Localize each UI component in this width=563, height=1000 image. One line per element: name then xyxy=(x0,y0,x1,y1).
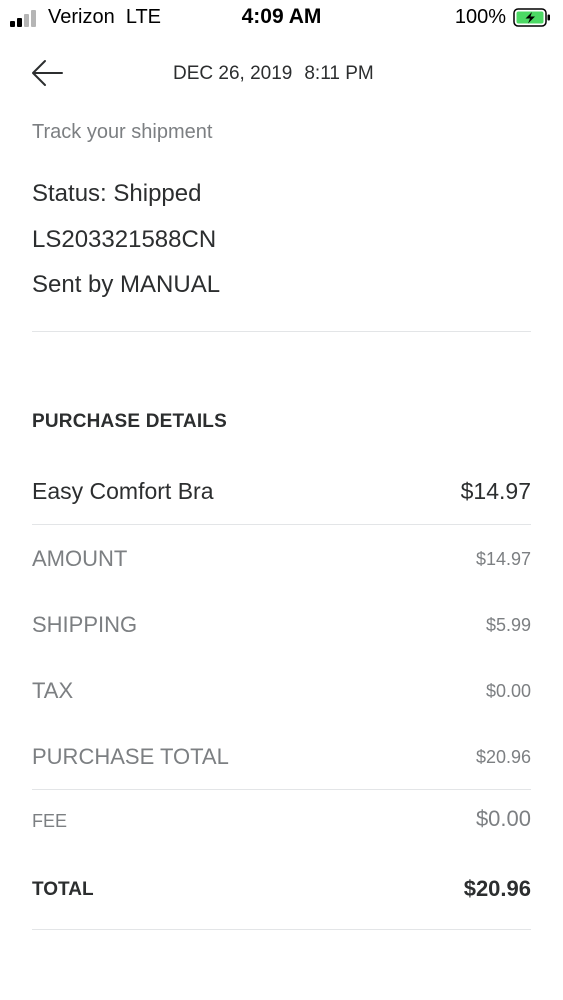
divider xyxy=(32,789,531,790)
fee-label: FEE xyxy=(32,811,68,831)
divider xyxy=(32,331,531,332)
status-bar: Verizon LTE 4:09 AM 100% xyxy=(0,0,563,36)
total-label: TOTAL xyxy=(32,879,94,900)
divider xyxy=(32,929,531,930)
purchase-details-heading: PURCHASE DETAILS xyxy=(32,411,227,432)
shipment-status: Status: Shipped xyxy=(32,180,202,207)
battery-percent: 100% xyxy=(454,6,506,28)
track-shipment-link[interactable]: Track your shipment xyxy=(32,121,212,144)
sent-by: Sent by MANUAL xyxy=(32,271,221,298)
arrow-left-icon xyxy=(32,60,63,86)
total-value: $20.96 xyxy=(463,876,531,901)
divider xyxy=(32,524,531,525)
tax-label: TAX xyxy=(32,678,74,703)
item-name: Easy Comfort Bra xyxy=(32,478,214,504)
header: DEC 26, 2019 8:11 PM xyxy=(0,52,563,96)
fee-value: $0.00 xyxy=(475,806,531,831)
shipping-value: $5.99 xyxy=(485,615,531,635)
transaction-time: 8:11 PM xyxy=(304,63,374,84)
amount-value: $14.97 xyxy=(475,549,531,569)
amount-label: AMOUNT xyxy=(32,546,128,571)
item-price: $14.97 xyxy=(460,478,531,504)
transaction-date: DEC 26, 2019 xyxy=(173,63,293,84)
back-button[interactable] xyxy=(28,56,70,90)
purchase-total-label: PURCHASE TOTAL xyxy=(32,744,229,769)
tax-value: $0.00 xyxy=(485,681,531,701)
purchase-total-value: $20.96 xyxy=(475,747,531,767)
shipping-label: SHIPPING xyxy=(32,612,138,637)
transaction-datetime: DEC 26, 2019 8:11 PM xyxy=(173,63,374,85)
battery-charging-icon xyxy=(513,8,550,27)
tracking-number[interactable]: LS203321588CN xyxy=(32,226,216,254)
